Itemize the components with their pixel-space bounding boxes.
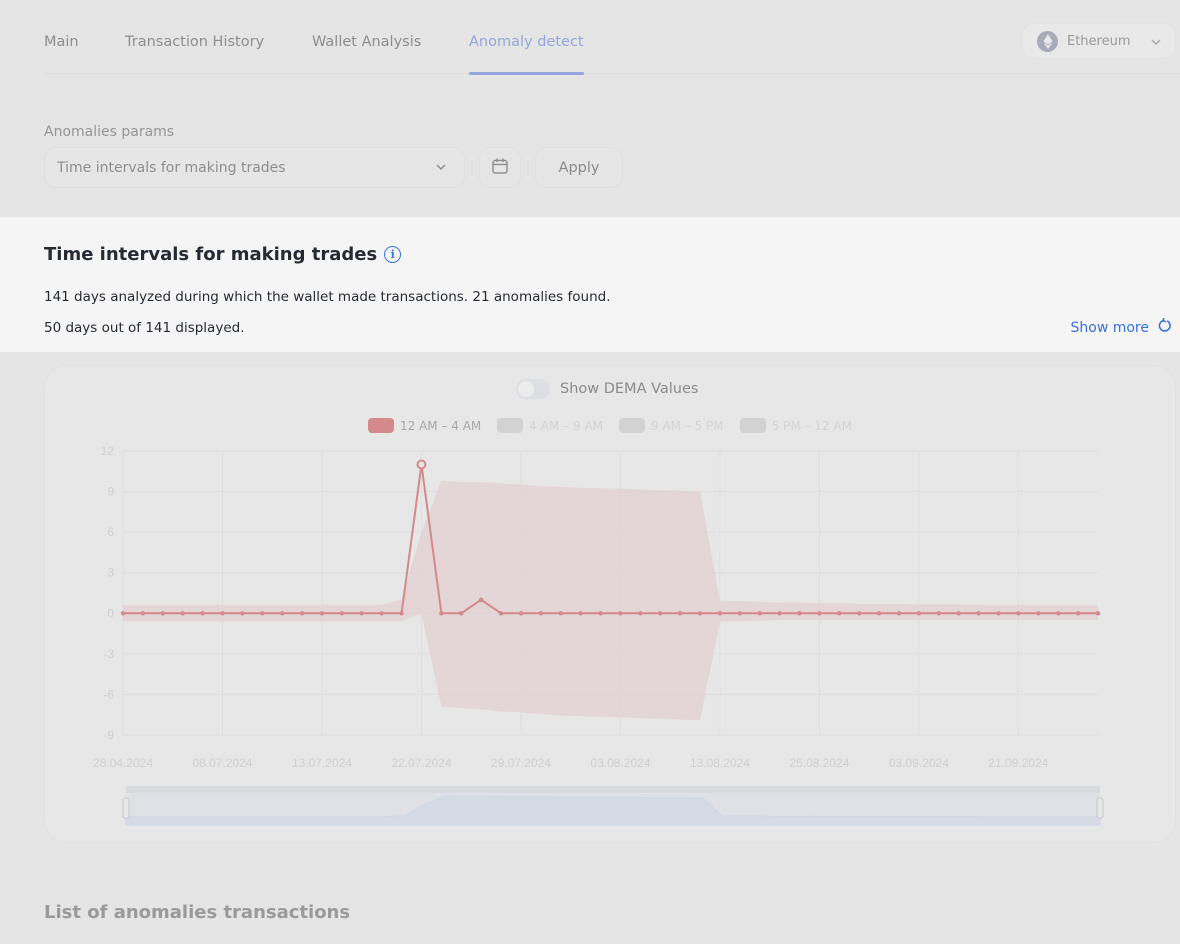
y-tick-label: -9 (103, 728, 114, 742)
data-point (200, 611, 205, 616)
range-overview-slider (122, 786, 1104, 826)
data-point (717, 611, 723, 616)
data-point (658, 611, 663, 616)
data-point (299, 611, 305, 616)
y-tick-label: 3 (107, 566, 114, 580)
data-point (578, 611, 583, 616)
data-point (757, 611, 762, 616)
data-point (638, 611, 643, 616)
dema-band-area (123, 480, 1098, 721)
data-point (697, 611, 703, 616)
data-point (538, 611, 544, 616)
x-tick-label: 13.07.2024 (292, 756, 352, 770)
data-point (498, 611, 504, 616)
data-point (777, 611, 782, 616)
y-axis: 12 9 6 3 0 -3 -6 -9 (101, 444, 115, 742)
y-tick-label: -6 (103, 687, 114, 701)
data-point (379, 611, 384, 616)
overview-handle-left[interactable] (122, 797, 130, 819)
data-point (896, 611, 902, 616)
dema-band (123, 480, 1098, 721)
x-tick-label: 22.07.2024 (391, 756, 451, 770)
anomaly-line-chart: 12 9 6 3 0 -3 -6 -9 28.04.2024 08.07.2024 13.07.2… (93, 444, 1104, 826)
x-tick-label: 25.08.2024 (789, 756, 849, 770)
x-tick-label: 08.07.2024 (192, 756, 252, 770)
y-tick-label: 0 (107, 606, 114, 620)
x-tick-label: 21.09.2024 (988, 756, 1048, 770)
data-point (399, 611, 404, 616)
data-point (260, 611, 265, 616)
data-point (140, 611, 146, 616)
data-point (1095, 611, 1101, 616)
x-tick-label: 13.08.2024 (690, 756, 750, 770)
anomalies-list-title: List of anomalies transactions (44, 902, 351, 923)
data-point (478, 597, 484, 602)
data-point (518, 611, 524, 616)
y-tick-label: 9 (107, 485, 114, 499)
x-tick-label: 29.07.2024 (491, 756, 551, 770)
y-tick-label: 12 (101, 444, 115, 458)
data-point (339, 611, 345, 616)
overview-handle-right[interactable] (1096, 797, 1104, 819)
data-point (797, 611, 802, 616)
data-point (737, 611, 743, 616)
data-point (220, 611, 225, 616)
data-point (956, 611, 961, 616)
x-tick-label: 03.08.2024 (590, 756, 650, 770)
data-point (817, 611, 822, 616)
data-point (459, 611, 464, 616)
data-point (1075, 611, 1081, 616)
data-point (857, 611, 862, 616)
data-point (359, 611, 364, 616)
data-point (120, 611, 126, 616)
data-point (1036, 611, 1041, 616)
data-point (279, 611, 285, 616)
data-point (319, 611, 325, 616)
anomaly-point (416, 459, 427, 470)
data-point (558, 611, 563, 616)
data-point (160, 611, 165, 616)
data-point (180, 611, 185, 616)
data-point (1056, 611, 1061, 616)
data-point (936, 611, 942, 616)
data-point (618, 611, 623, 616)
x-tick-label: 28.04.2024 (93, 756, 153, 770)
data-point (996, 611, 1001, 616)
y-tick-label: 6 (107, 525, 114, 539)
y-tick-label: -3 (103, 647, 114, 661)
data-point (1016, 611, 1021, 616)
data-point (916, 611, 922, 616)
data-point (976, 611, 981, 616)
data-point (876, 611, 882, 616)
overview-top-bar (126, 786, 1100, 793)
data-point (598, 611, 603, 616)
data-point (677, 611, 683, 616)
x-tick-label: 03.09.2024 (889, 756, 949, 770)
data-point (439, 611, 444, 616)
data-point (837, 611, 842, 616)
data-point (240, 611, 245, 616)
x-axis: 28.04.2024 08.07.2024 13.07.2024 22.07.2024… (93, 756, 1049, 770)
